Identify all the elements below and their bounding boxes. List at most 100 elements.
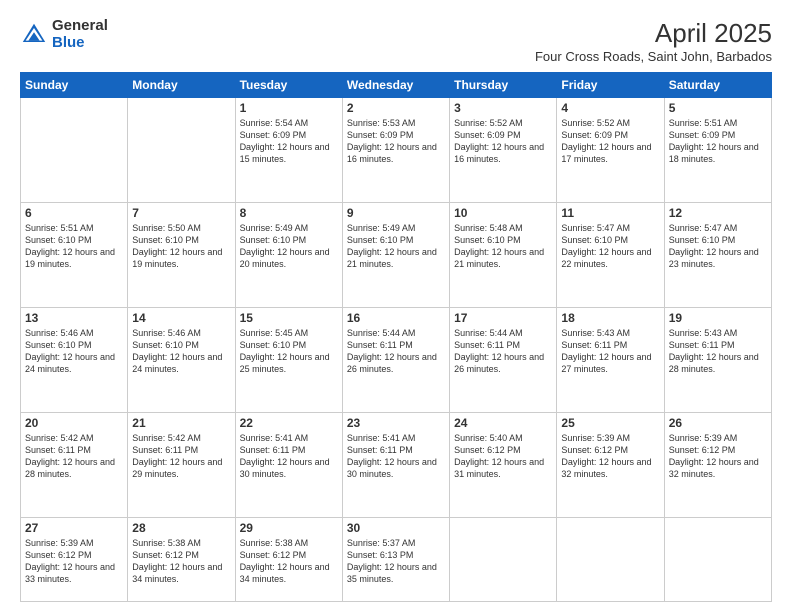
day-cell: 14Sunrise: 5:46 AM Sunset: 6:10 PM Dayli… xyxy=(128,308,235,413)
logo: General Blue xyxy=(20,18,108,51)
day-cell: 29Sunrise: 5:38 AM Sunset: 6:12 PM Dayli… xyxy=(235,518,342,602)
day-info: Sunrise: 5:41 AM Sunset: 6:11 PM Dayligh… xyxy=(240,432,338,481)
day-cell: 24Sunrise: 5:40 AM Sunset: 6:12 PM Dayli… xyxy=(450,413,557,518)
day-info: Sunrise: 5:51 AM Sunset: 6:09 PM Dayligh… xyxy=(669,117,767,166)
day-number: 18 xyxy=(561,311,659,325)
day-number: 6 xyxy=(25,206,123,220)
day-info: Sunrise: 5:39 AM Sunset: 6:12 PM Dayligh… xyxy=(669,432,767,481)
day-info: Sunrise: 5:52 AM Sunset: 6:09 PM Dayligh… xyxy=(561,117,659,166)
calendar-subtitle: Four Cross Roads, Saint John, Barbados xyxy=(535,49,772,64)
day-cell: 10 Sunrise: 5:48 AM Sunset: 6:10 PM Dayli… xyxy=(450,203,557,308)
day-number: 12 xyxy=(669,206,767,220)
day-info: Sunrise: 5:46 AM Sunset: 6:10 PM Dayligh… xyxy=(132,327,230,376)
day-cell: 9 Sunrise: 5:49 AM Sunset: 6:10 PM Daylig… xyxy=(342,203,449,308)
day-cell: 13 Sunrise: 5:46 AM Sunset: 6:10 PM Dayli… xyxy=(21,308,128,413)
day-number: 9 xyxy=(347,206,445,220)
day-info: Sunrise: 5:45 AM Sunset: 6:10 PM Dayligh… xyxy=(240,327,338,376)
day-number: 16 xyxy=(347,311,445,325)
day-info: Sunrise: 5:43 AM Sunset: 6:11 PM Dayligh… xyxy=(669,327,767,376)
day-number: 19 xyxy=(669,311,767,325)
day-cell: 12 Sunrise: 5:47 AM Sunset: 6:10 PM Dayli… xyxy=(664,203,771,308)
day-info: Sunrise: 5:42 AM Sunset: 6:11 PM Dayligh… xyxy=(132,432,230,481)
day-info: Sunrise: 5:51 AM Sunset: 6:10 PM Dayligh… xyxy=(25,222,123,271)
header-sunday: Sunday xyxy=(21,73,128,98)
day-info: Sunrise: 5:47 AM Sunset: 6:10 PM Dayligh… xyxy=(669,222,767,271)
day-info: Sunrise: 5:49 AM Sunset: 6:10 PM Dayligh… xyxy=(347,222,445,271)
calendar-body: 1Sunrise: 5:54 AM Sunset: 6:09 PM Daylig… xyxy=(21,98,772,602)
day-info: Sunrise: 5:42 AM Sunset: 6:11 PM Dayligh… xyxy=(25,432,123,481)
day-info: Sunrise: 5:37 AM Sunset: 6:13 PM Dayligh… xyxy=(347,537,445,586)
day-cell: 30 Sunrise: 5:37 AM Sunset: 6:13 PM Dayli… xyxy=(342,518,449,602)
day-info: Sunrise: 5:39 AM Sunset: 6:12 PM Dayligh… xyxy=(561,432,659,481)
header-monday: Monday xyxy=(128,73,235,98)
logo-icon xyxy=(20,21,48,49)
header-row: SundayMondayTuesdayWednesdayThursdayFrid… xyxy=(21,73,772,98)
day-number: 17 xyxy=(454,311,552,325)
day-number: 23 xyxy=(347,416,445,430)
week-row-2: 13 Sunrise: 5:46 AM Sunset: 6:10 PM Dayli… xyxy=(21,308,772,413)
day-number: 4 xyxy=(561,101,659,115)
day-cell: 3Sunrise: 5:52 AM Sunset: 6:09 PM Daylig… xyxy=(450,98,557,203)
header: General Blue April 2025 Four Cross Roads… xyxy=(20,18,772,64)
day-info: Sunrise: 5:38 AM Sunset: 6:12 PM Dayligh… xyxy=(132,537,230,586)
page: General Blue April 2025 Four Cross Roads… xyxy=(0,0,792,612)
day-info: Sunrise: 5:47 AM Sunset: 6:10 PM Dayligh… xyxy=(561,222,659,271)
day-number: 27 xyxy=(25,521,123,535)
day-info: Sunrise: 5:39 AM Sunset: 6:12 PM Dayligh… xyxy=(25,537,123,586)
day-cell: 2 Sunrise: 5:53 AM Sunset: 6:09 PM Daylig… xyxy=(342,98,449,203)
day-cell: 6 Sunrise: 5:51 AM Sunset: 6:10 PM Daylig… xyxy=(21,203,128,308)
calendar-title: April 2025 xyxy=(535,18,772,49)
week-row-0: 1Sunrise: 5:54 AM Sunset: 6:09 PM Daylig… xyxy=(21,98,772,203)
day-info: Sunrise: 5:40 AM Sunset: 6:12 PM Dayligh… xyxy=(454,432,552,481)
day-number: 10 xyxy=(454,206,552,220)
header-saturday: Saturday xyxy=(664,73,771,98)
day-info: Sunrise: 5:48 AM Sunset: 6:10 PM Dayligh… xyxy=(454,222,552,271)
day-number: 25 xyxy=(561,416,659,430)
day-number: 2 xyxy=(347,101,445,115)
logo-text: General Blue xyxy=(52,18,108,51)
day-info: Sunrise: 5:46 AM Sunset: 6:10 PM Dayligh… xyxy=(25,327,123,376)
header-tuesday: Tuesday xyxy=(235,73,342,98)
day-cell: 1Sunrise: 5:54 AM Sunset: 6:09 PM Daylig… xyxy=(235,98,342,203)
day-cell xyxy=(557,518,664,602)
title-block: April 2025 Four Cross Roads, Saint John,… xyxy=(535,18,772,64)
day-info: Sunrise: 5:49 AM Sunset: 6:10 PM Dayligh… xyxy=(240,222,338,271)
day-cell: 23 Sunrise: 5:41 AM Sunset: 6:11 PM Dayli… xyxy=(342,413,449,518)
day-info: Sunrise: 5:50 AM Sunset: 6:10 PM Dayligh… xyxy=(132,222,230,271)
day-info: Sunrise: 5:41 AM Sunset: 6:11 PM Dayligh… xyxy=(347,432,445,481)
week-row-4: 27 Sunrise: 5:39 AM Sunset: 6:12 PM Dayli… xyxy=(21,518,772,602)
day-number: 29 xyxy=(240,521,338,535)
day-cell: 20 Sunrise: 5:42 AM Sunset: 6:11 PM Dayli… xyxy=(21,413,128,518)
day-number: 22 xyxy=(240,416,338,430)
day-number: 3 xyxy=(454,101,552,115)
day-number: 13 xyxy=(25,311,123,325)
day-number: 20 xyxy=(25,416,123,430)
day-info: Sunrise: 5:53 AM Sunset: 6:09 PM Dayligh… xyxy=(347,117,445,166)
day-cell xyxy=(21,98,128,203)
header-friday: Friday xyxy=(557,73,664,98)
day-cell: 26Sunrise: 5:39 AM Sunset: 6:12 PM Dayli… xyxy=(664,413,771,518)
day-info: Sunrise: 5:54 AM Sunset: 6:09 PM Dayligh… xyxy=(240,117,338,166)
day-cell: 28Sunrise: 5:38 AM Sunset: 6:12 PM Dayli… xyxy=(128,518,235,602)
calendar-header: SundayMondayTuesdayWednesdayThursdayFrid… xyxy=(21,73,772,98)
day-number: 30 xyxy=(347,521,445,535)
day-number: 21 xyxy=(132,416,230,430)
logo-blue-text: Blue xyxy=(52,35,108,52)
day-cell: 15Sunrise: 5:45 AM Sunset: 6:10 PM Dayli… xyxy=(235,308,342,413)
day-cell xyxy=(128,98,235,203)
day-cell: 7 Sunrise: 5:50 AM Sunset: 6:10 PM Daylig… xyxy=(128,203,235,308)
day-cell: 4 Sunrise: 5:52 AM Sunset: 6:09 PM Daylig… xyxy=(557,98,664,203)
day-cell: 25 Sunrise: 5:39 AM Sunset: 6:12 PM Dayli… xyxy=(557,413,664,518)
day-number: 7 xyxy=(132,206,230,220)
day-cell: 8Sunrise: 5:49 AM Sunset: 6:10 PM Daylig… xyxy=(235,203,342,308)
day-info: Sunrise: 5:43 AM Sunset: 6:11 PM Dayligh… xyxy=(561,327,659,376)
day-cell: 27 Sunrise: 5:39 AM Sunset: 6:12 PM Dayli… xyxy=(21,518,128,602)
day-cell: 21 Sunrise: 5:42 AM Sunset: 6:11 PM Dayli… xyxy=(128,413,235,518)
day-cell: 16Sunrise: 5:44 AM Sunset: 6:11 PM Dayli… xyxy=(342,308,449,413)
day-number: 11 xyxy=(561,206,659,220)
day-cell: 11 Sunrise: 5:47 AM Sunset: 6:10 PM Dayli… xyxy=(557,203,664,308)
day-cell xyxy=(664,518,771,602)
header-thursday: Thursday xyxy=(450,73,557,98)
day-cell: 19 Sunrise: 5:43 AM Sunset: 6:11 PM Dayli… xyxy=(664,308,771,413)
week-row-1: 6 Sunrise: 5:51 AM Sunset: 6:10 PM Daylig… xyxy=(21,203,772,308)
